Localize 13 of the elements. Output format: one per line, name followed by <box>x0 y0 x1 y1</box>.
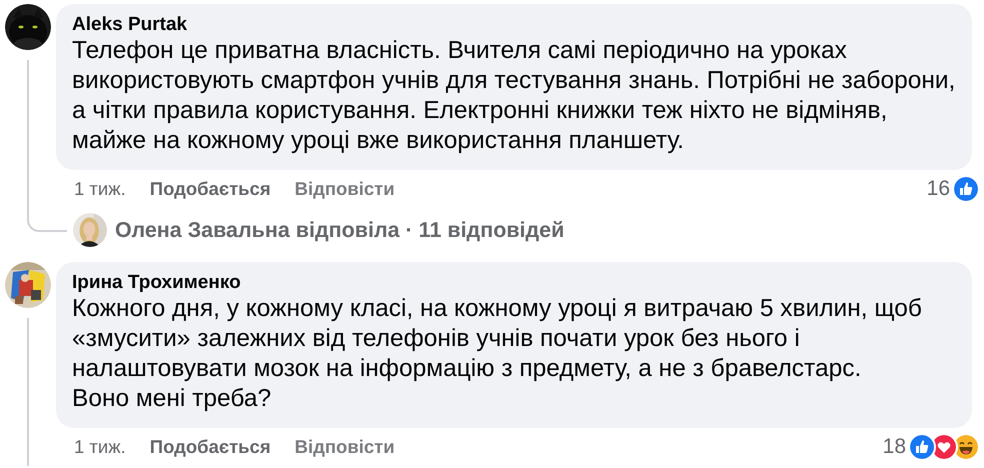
comment-text: Телефон це приватна власність. Вчителя самі періодично на уроках використовують смартфон учнів для тестування знань. Потрібні не заборони, а чітки правила користування. Електронні книжки теж ніхто не відміняв, майже на кожному уроці вже використання планшету. <box>72 36 956 156</box>
reaction-count[interactable]: 16 <box>926 177 950 201</box>
comment-time[interactable]: 1 тиж. <box>74 178 126 200</box>
reply-link[interactable]: Відповісти <box>294 178 395 200</box>
comment-text: Кожного дня, у кожному класі, на кожному уроці я витрачаю 5 хвилин, щоб «змусити» залежних від телефонів учнів почати урок без нього і налаштовувати мозок на інформацію з предмету, а не з бравелстарс. Воно мені треба? <box>72 294 923 414</box>
like-link[interactable]: Подобається <box>150 436 271 458</box>
view-replies-link[interactable]: Олена Завальна відповіла · 11 відповідей <box>115 218 564 242</box>
like-link[interactable]: Подобається <box>150 178 271 200</box>
reply-link[interactable]: Відповісти <box>294 436 395 458</box>
author-name[interactable]: Aleks Purtak <box>72 13 188 36</box>
author-name[interactable]: Ірина Трохименко <box>72 271 241 294</box>
comment-time[interactable]: 1 тиж. <box>74 436 126 458</box>
reaction-count[interactable]: 18 <box>882 435 906 459</box>
